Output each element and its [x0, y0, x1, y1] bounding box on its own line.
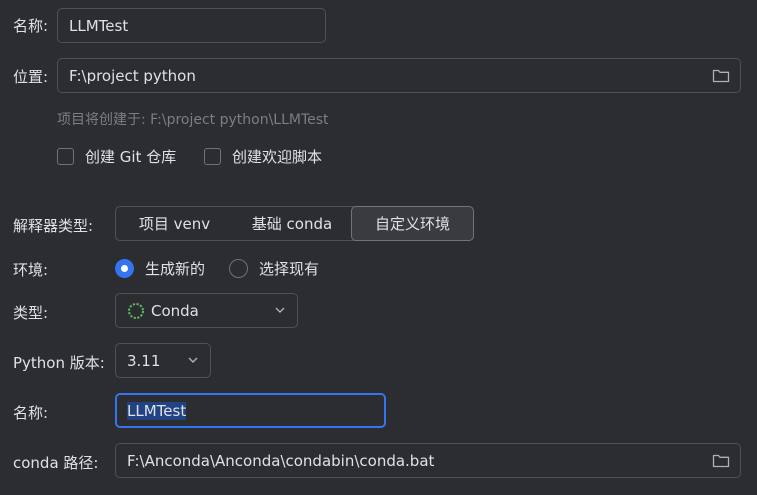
- tab-project-venv[interactable]: 项目 venv: [116, 207, 233, 240]
- python-version-value: 3.11: [127, 351, 161, 370]
- interpreter-type-label: 解释器类型:: [13, 217, 94, 235]
- tab-custom-environment[interactable]: 自定义环境: [351, 206, 474, 241]
- python-version-dropdown[interactable]: 3.11: [115, 343, 211, 378]
- type-label: 类型:: [13, 304, 49, 322]
- env-name-label: 名称:: [13, 404, 49, 422]
- conda-path-value: F:\Anconda\Anconda\condabin\conda.bat: [127, 451, 435, 470]
- folder-icon[interactable]: [712, 453, 730, 468]
- conda-path-label: conda 路径:: [13, 454, 99, 472]
- radio-select-existing[interactable]: 选择现有: [229, 258, 319, 279]
- chevron-down-icon: [188, 357, 198, 363]
- type-dropdown[interactable]: Conda: [115, 293, 298, 328]
- create-git-repo-checkbox[interactable]: 创建 Git 仓库: [57, 146, 176, 167]
- project-path-hint: 项目将创建于: F:\project python\LLMTest: [57, 112, 329, 128]
- radio-selected-icon[interactable]: [115, 259, 134, 278]
- checkbox-label: 创建欢迎脚本: [232, 148, 323, 166]
- type-value: Conda: [151, 301, 199, 320]
- chevron-down-icon: [275, 307, 285, 313]
- radio-unselected-icon[interactable]: [229, 259, 248, 278]
- env-name-input[interactable]: LLMTest: [115, 393, 386, 428]
- interpreter-type-segmented-control[interactable]: 项目 venv 基础 conda 自定义环境: [115, 206, 474, 241]
- location-input[interactable]: F:\project python: [57, 58, 741, 93]
- folder-icon[interactable]: [712, 68, 730, 83]
- checkbox-box[interactable]: [204, 148, 221, 165]
- radio-label: 选择现有: [259, 260, 320, 278]
- python-version-label: Python 版本:: [13, 354, 105, 372]
- checkbox-label: 创建 Git 仓库: [85, 148, 177, 166]
- location-label: 位置:: [13, 68, 49, 86]
- environment-label: 环境:: [13, 261, 49, 279]
- conda-path-input[interactable]: F:\Anconda\Anconda\condabin\conda.bat: [115, 443, 741, 478]
- location-value: F:\project python: [69, 66, 196, 85]
- create-welcome-script-checkbox[interactable]: 创建欢迎脚本: [204, 146, 322, 167]
- conda-spinner-icon: [128, 302, 144, 319]
- tab-base-conda[interactable]: 基础 conda: [233, 207, 351, 240]
- radio-generate-new[interactable]: 生成新的: [115, 258, 205, 279]
- name-label: 名称:: [13, 17, 49, 35]
- checkbox-box[interactable]: [57, 148, 74, 165]
- project-name-value: LLMTest: [69, 16, 129, 35]
- project-name-input[interactable]: LLMTest: [57, 8, 326, 43]
- radio-label: 生成新的: [145, 260, 206, 278]
- env-name-value: LLMTest: [127, 401, 187, 420]
